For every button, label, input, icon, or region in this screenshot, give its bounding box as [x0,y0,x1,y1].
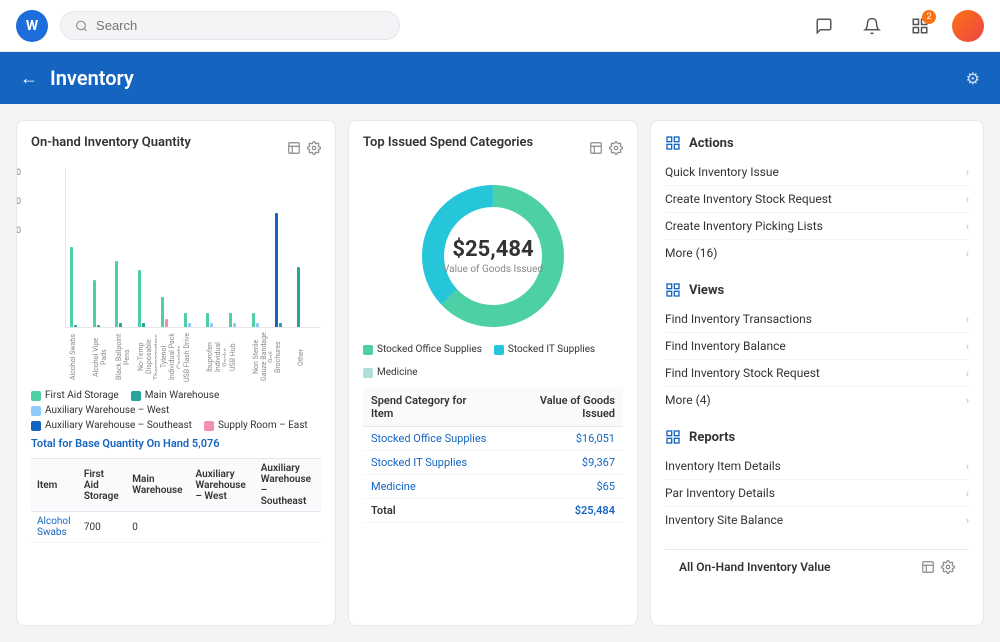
report-par-details[interactable]: Par Inventory Details › [665,480,969,507]
spend-total-row: Total $25,484 [363,499,623,523]
gear-icon-button[interactable]: ⚙ [966,69,980,88]
table-row: Stocked Office Supplies $16,051 [363,427,623,451]
table-icon-bottom[interactable] [921,560,935,574]
chevron-right-icon: › [966,220,969,233]
table-row: Stocked IT Supplies $9,367 [363,451,623,475]
search-input[interactable] [96,18,385,33]
col-first-aid: First Aid Storage [78,459,126,512]
view-find-transactions[interactable]: Find Inventory Transactions › [665,306,969,333]
donut-chart-wrapper: $25,484 Value of Goods Issued [363,176,623,336]
apps-icon-button[interactable]: 2 [904,10,936,42]
donut-legend: Stocked Office Supplies Stocked IT Suppl… [363,344,623,378]
settings-icon[interactable] [307,141,321,155]
chevron-right-icon: › [966,193,969,206]
chevron-right-icon: › [966,487,969,500]
middle-panel-header: Top Issued Spend Categories [363,135,623,160]
col-spend-category: Spend Category for Item [363,388,498,427]
right-panel: Actions Quick Inventory Issue › Create I… [650,120,984,626]
donut-text: $25,484 Value of Goods Issued [443,237,543,275]
col-aux-west: Auxiliary Warehouse – West [190,459,255,512]
table-row: Alcohol Swabs 700 0 [31,512,321,543]
bar-labels: Alcohol Swabs Alcohol Vipe Pads Black Ba… [65,332,321,382]
page-header: ← Inventory ⚙ [0,52,1000,104]
left-panel-header: On-hand Inventory Quantity [31,135,321,160]
report-site-balance[interactable]: Inventory Site Balance › [665,507,969,533]
views-header: Views [665,282,969,298]
spend-row-link[interactable]: Stocked IT Supplies [363,451,498,475]
actions-section: Actions Quick Inventory Issue › Create I… [665,135,969,266]
chevron-right-icon: › [966,313,969,326]
view-find-balance[interactable]: Find Inventory Balance › [665,333,969,360]
views-icon [665,282,681,298]
user-avatar[interactable] [952,10,984,42]
views-section: Views Find Inventory Transactions › Find… [665,282,969,413]
bell-icon [863,17,881,35]
chevron-right-icon: › [966,166,969,179]
chevron-right-icon: › [966,367,969,380]
y-axis: 02004006008001,0001,2001,400 [16,168,21,382]
chevron-right-icon: › [966,460,969,473]
chevron-right-icon: › [966,340,969,353]
search-icon [75,19,88,33]
chat-icon-button[interactable] [808,10,840,42]
spend-row-link[interactable]: Medicine [363,475,498,499]
chart-legend: First Aid Storage Main Warehouse Auxilia… [31,390,321,431]
left-panel-icons [287,141,321,155]
bottom-bar: All On-Hand Inventory Value [665,549,969,584]
reports-icon [665,429,681,445]
logo[interactable]: W [16,10,48,42]
notification-badge: 2 [922,10,936,24]
table-icon[interactable] [287,141,301,155]
middle-panel-title: Top Issued Spend Categories [363,135,533,150]
table-row: Medicine $65 [363,475,623,499]
left-panel: On-hand Inventory Quantity 0200400600800… [16,120,336,626]
actions-icon [665,135,681,151]
action-more[interactable]: More (16) › [665,240,969,266]
reports-header: Reports [665,429,969,445]
chevron-right-icon: › [966,394,969,407]
view-find-stock-request[interactable]: Find Inventory Stock Request › [665,360,969,387]
nav-icons: 2 [808,10,984,42]
reports-section: Reports Inventory Item Details › Par Inv… [665,429,969,533]
col-value-issued: Value of Goods Issued [498,388,623,427]
item-link[interactable]: Alcohol Swabs [31,512,78,543]
middle-panel: Top Issued Spend Categories $25 [348,120,638,626]
report-item-details[interactable]: Inventory Item Details › [665,453,969,480]
donut-center: $25,484 Value of Goods Issued [413,176,573,336]
action-create-picking-lists[interactable]: Create Inventory Picking Lists › [665,213,969,240]
middle-panel-icons [589,141,623,155]
action-create-stock-request[interactable]: Create Inventory Stock Request › [665,186,969,213]
action-quick-inventory[interactable]: Quick Inventory Issue › [665,159,969,186]
bottom-bar-icons [921,560,955,574]
top-nav: W 2 [0,0,1000,52]
bottom-bar-label: All On-Hand Inventory Value [679,560,831,574]
left-panel-title: On-hand Inventory Quantity [31,135,191,150]
col-main: Main Warehouse [126,459,189,512]
search-bar[interactable] [60,11,400,40]
spend-row-link[interactable]: Stocked Office Supplies [363,427,498,451]
main-content: On-hand Inventory Quantity 0200400600800… [0,104,1000,642]
settings-icon-bottom[interactable] [941,560,955,574]
table-icon-mid[interactable] [589,141,603,155]
total-value: 5,076 [192,437,220,450]
bar-chart-area: 02004006008001,0001,2001,400 [31,168,321,382]
donut-value: $25,484 [443,237,543,262]
chat-icon [815,17,833,35]
settings-icon-mid[interactable] [609,141,623,155]
chevron-right-icon: › [966,514,969,527]
view-more[interactable]: More (4) › [665,387,969,413]
total-line: Total for Base Quantity On Hand 5,076 [31,437,321,450]
inventory-mini-table: Item First Aid Storage Main Warehouse Au… [31,458,321,543]
back-button[interactable]: ← [20,68,38,89]
col-item: Item [31,459,78,512]
actions-header: Actions [665,135,969,151]
donut-label: Value of Goods Issued [443,264,543,275]
spend-table: Spend Category for Item Value of Goods I… [363,388,623,523]
bell-icon-button[interactable] [856,10,888,42]
chevron-right-icon: › [966,247,969,260]
page-title: Inventory [50,66,134,90]
bar-chart [65,168,321,328]
col-aux-se: Auxiliary Warehouse – Southeast [255,459,321,512]
